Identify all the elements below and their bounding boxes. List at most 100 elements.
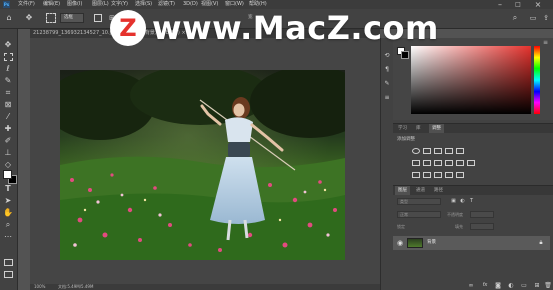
- marquee-option-icon[interactable]: [46, 13, 56, 23]
- curves-icon[interactable]: [434, 148, 442, 154]
- close-icon[interactable]: ×: [532, 0, 544, 9]
- share-icon[interactable]: ⇪: [541, 13, 551, 23]
- layer-style-icon[interactable]: fx: [481, 282, 489, 289]
- clone-stamp-icon[interactable]: ⊥: [3, 148, 13, 157]
- watermark: Z www.MacZ.com: [108, 6, 458, 50]
- lasso-icon[interactable]: ℓ: [3, 64, 13, 73]
- minimize-icon[interactable]: –: [494, 0, 506, 9]
- gradient-map-icon[interactable]: [445, 172, 453, 178]
- mode-dropdown[interactable]: 选框: [60, 13, 84, 23]
- brightness-icon[interactable]: [412, 148, 420, 154]
- fill-label: 填充: [455, 224, 463, 229]
- adjust-title: 添加调整: [397, 137, 415, 142]
- layer-thumbnail: [407, 238, 423, 248]
- posterize-icon[interactable]: [423, 172, 431, 178]
- threshold-icon[interactable]: [434, 172, 442, 178]
- invert-icon[interactable]: [412, 172, 420, 178]
- lock-label: 锁定: [397, 224, 405, 229]
- properties-icon[interactable]: ¶: [382, 66, 392, 74]
- type-tool-icon[interactable]: T: [3, 184, 13, 193]
- new-group-icon[interactable]: ▭: [520, 282, 528, 289]
- eraser-icon[interactable]: ◇: [3, 160, 13, 169]
- filter-type-icon[interactable]: T: [468, 198, 475, 205]
- layer-row-background[interactable]: ◉ 背景 🔒︎: [393, 236, 550, 250]
- vibrance-icon[interactable]: [456, 148, 464, 154]
- blend-mode-label: 正常: [400, 212, 408, 217]
- quick-mask-icon[interactable]: [4, 259, 13, 266]
- layers-bottom-bar: ∞ fx ◙ ◐ ▭ ⊞ 🗑︎: [393, 281, 553, 290]
- tab-channels[interactable]: 通道: [413, 186, 428, 195]
- more-tools-icon[interactable]: ⋯: [3, 232, 13, 241]
- blend-mode-dropdown[interactable]: 正常: [397, 211, 441, 218]
- photo-filter-icon[interactable]: [445, 160, 453, 166]
- visibility-eye-icon[interactable]: ◉: [396, 239, 404, 247]
- foreground-color-swatch[interactable]: [3, 170, 12, 179]
- watermark-logo-letter: Z: [119, 14, 137, 42]
- fill-field[interactable]: [470, 223, 494, 230]
- quick-select-icon[interactable]: ✎: [3, 76, 13, 85]
- tab-adjustments[interactable]: 调整: [429, 124, 444, 133]
- filter-pixel-icon[interactable]: ▣: [450, 198, 457, 205]
- tab-library[interactable]: 库: [413, 124, 424, 133]
- new-layer-icon[interactable]: ⊞: [533, 282, 541, 289]
- menu-layer[interactable]: 图层(L): [92, 0, 109, 9]
- adjust-sliders-icon[interactable]: ≡: [382, 94, 392, 102]
- channel-mixer-icon[interactable]: [456, 160, 464, 166]
- brush-icon[interactable]: ✐: [3, 136, 13, 145]
- levels-icon[interactable]: [423, 148, 431, 154]
- screen-mode-icon[interactable]: [4, 271, 13, 278]
- link-layers-icon[interactable]: ∞: [467, 282, 475, 289]
- exposure-icon[interactable]: [445, 148, 453, 154]
- color-balance-icon[interactable]: [423, 160, 431, 166]
- hue-slider[interactable]: [534, 46, 540, 114]
- workspace-icon[interactable]: ▭: [528, 13, 538, 23]
- healing-brush-icon[interactable]: ✚: [3, 124, 13, 133]
- menu-image[interactable]: 图像(I): [67, 0, 82, 9]
- layer-kind-filter[interactable]: 类型: [397, 198, 441, 205]
- selective-color-icon[interactable]: [456, 172, 464, 178]
- adjust-panel-tabs: 学习 库 调整: [393, 123, 553, 133]
- search-icon[interactable]: ⌕: [510, 13, 520, 23]
- panel-menu-icon[interactable]: ≡: [543, 40, 551, 46]
- new-adjust-layer-icon[interactable]: ◐: [507, 282, 515, 289]
- opacity-label: 不透明度: [447, 212, 463, 217]
- path-select-icon[interactable]: ➤: [3, 196, 13, 205]
- move-tool-icon[interactable]: ✥: [3, 40, 13, 49]
- layer-name: 背景: [427, 240, 436, 245]
- black-white-icon[interactable]: [434, 160, 442, 166]
- color-bg-swatch[interactable]: [401, 51, 409, 59]
- tools-panel: ✥ ℓ ✎ ⌗ ⊠ ⁄ ✚ ✐ ⊥ ◇ ✒ T ➤ ✋ ⌕ ⋯: [0, 29, 18, 290]
- rect-marquee-icon[interactable]: [3, 52, 13, 61]
- collapsed-panel-strip: ⟲ ¶ ✎ ≡: [380, 38, 393, 290]
- photoshop-logo-icon[interactable]: Ps: [3, 1, 10, 8]
- doc-status: 文档:5.49M/5.49M: [58, 284, 94, 289]
- brush-settings-icon[interactable]: ✎: [382, 80, 392, 88]
- color-picker-field[interactable]: [411, 46, 531, 114]
- home-icon[interactable]: ⌂: [4, 13, 14, 23]
- layers-panel-tabs: 图层 通道 路径: [393, 185, 553, 195]
- watermark-logo-icon: Z: [110, 10, 146, 46]
- tab-layers[interactable]: 图层: [395, 186, 410, 195]
- tab-learn[interactable]: 学习: [395, 124, 410, 133]
- menu-edit[interactable]: 编辑(E): [43, 0, 60, 9]
- maximize-icon[interactable]: □: [512, 0, 524, 9]
- hue-saturation-icon[interactable]: [412, 160, 420, 166]
- color-lookup-icon[interactable]: [467, 160, 475, 166]
- tab-paths[interactable]: 路径: [431, 186, 446, 195]
- crop-icon[interactable]: ⌗: [3, 88, 13, 97]
- hand-tool-icon[interactable]: ✋: [3, 208, 13, 217]
- layer-kind-label: 类型: [400, 199, 408, 204]
- delete-layer-icon[interactable]: 🗑︎: [544, 282, 552, 289]
- eyedropper-icon[interactable]: ⁄: [3, 112, 13, 121]
- frame-icon[interactable]: ⊠: [3, 100, 13, 109]
- filter-adjust-icon[interactable]: ◐: [459, 198, 466, 205]
- opacity-field[interactable]: [470, 211, 494, 218]
- zoom-tool-icon[interactable]: ⌕: [3, 220, 13, 229]
- move-tool-icon[interactable]: ✥: [24, 13, 34, 23]
- history-icon[interactable]: ⟲: [382, 52, 392, 60]
- menu-file[interactable]: 文件(F): [18, 0, 35, 9]
- option-square-icon[interactable]: [94, 14, 102, 22]
- zoom-status: 100%: [34, 284, 46, 289]
- add-mask-icon[interactable]: ◙: [494, 282, 502, 289]
- watermark-text: www.MacZ.com: [152, 9, 439, 47]
